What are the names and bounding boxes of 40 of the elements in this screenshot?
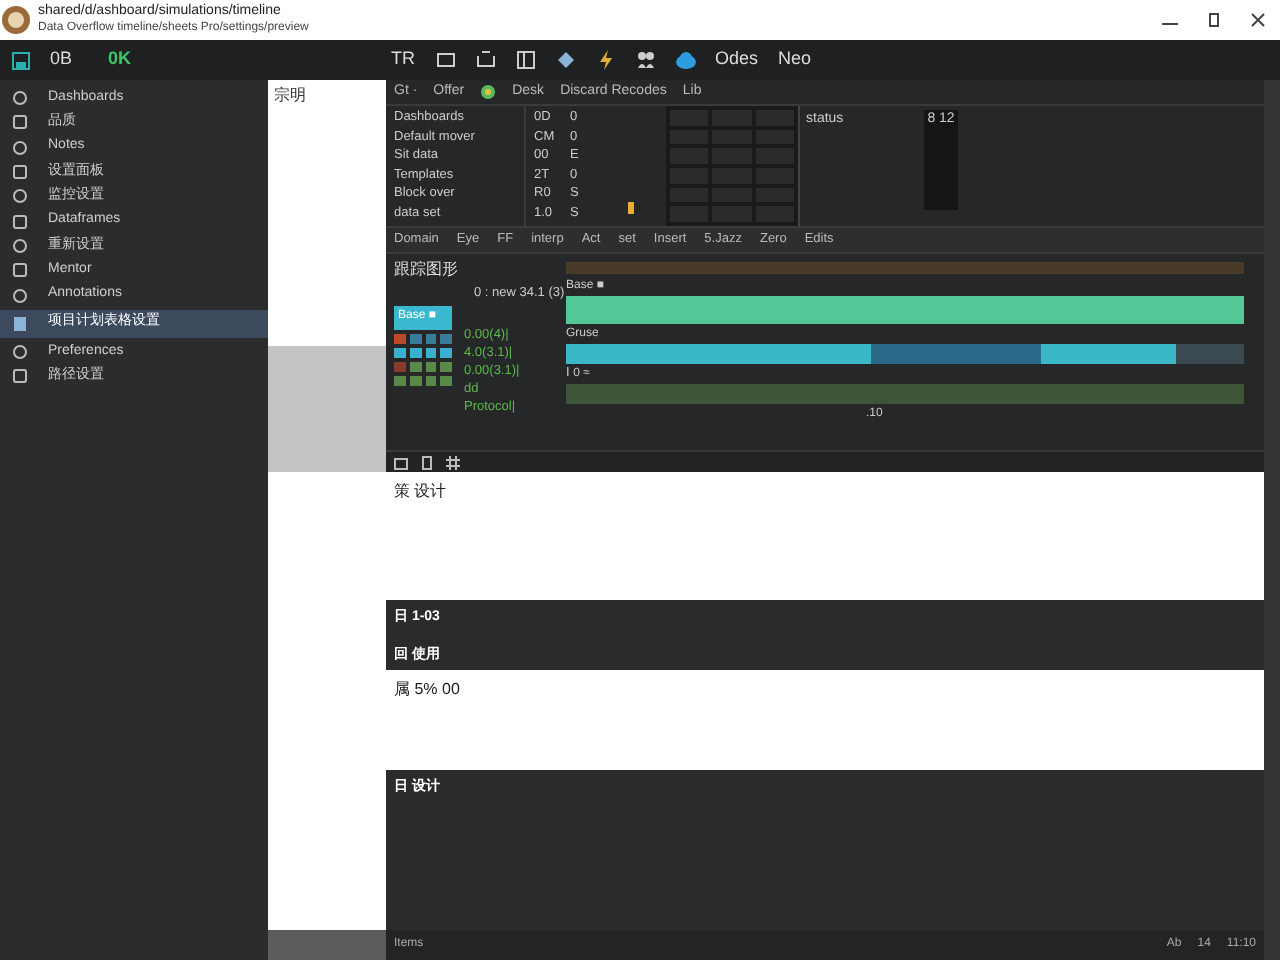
square-icon [12, 164, 28, 181]
save-icon[interactable] [12, 51, 30, 69]
file-icon [12, 315, 28, 332]
toolbar-button[interactable]: TR [391, 46, 416, 74]
cloud-icon[interactable] [675, 50, 696, 70]
circle-icon [12, 139, 28, 156]
toolbar-button[interactable]: Odes [715, 46, 759, 74]
toolbar-button[interactable]: 0B [50, 46, 73, 74]
folder-icon[interactable] [394, 455, 408, 469]
column-footer [268, 930, 386, 960]
timeline-title: 跟踪图形 [394, 258, 460, 282]
column-header: 宗明 [274, 84, 308, 108]
panel-icon[interactable] [515, 50, 536, 70]
close-icon[interactable] [1250, 12, 1266, 28]
circle-icon [12, 188, 28, 205]
section-text: 属 5% 00 [394, 678, 462, 702]
toolbar-button[interactable]: 0K [108, 46, 132, 74]
scrollbar[interactable] [1264, 80, 1280, 960]
circle-icon [12, 90, 28, 107]
globe-icon [480, 84, 497, 100]
circle-icon [12, 287, 28, 304]
window-icon[interactable] [435, 50, 456, 70]
frame-icon[interactable] [475, 50, 496, 70]
diamond-icon[interactable] [555, 50, 576, 70]
avatar-icon [2, 6, 30, 34]
square-icon [12, 368, 28, 385]
palette-drawing [394, 333, 452, 386]
circle-icon [12, 343, 28, 360]
people-icon[interactable] [635, 50, 656, 70]
square-icon [12, 213, 28, 230]
square-icon [12, 262, 28, 279]
section-text: 策 设计 [394, 480, 449, 504]
circle-icon [12, 237, 28, 254]
square-icon [12, 114, 28, 131]
marker-icon [628, 202, 634, 214]
toolbar-button[interactable]: Neo [778, 46, 812, 74]
bolt-icon[interactable] [595, 50, 616, 70]
maximize-icon[interactable] [1206, 12, 1222, 28]
grid-icon[interactable] [446, 455, 460, 469]
file-icon[interactable] [420, 455, 434, 469]
